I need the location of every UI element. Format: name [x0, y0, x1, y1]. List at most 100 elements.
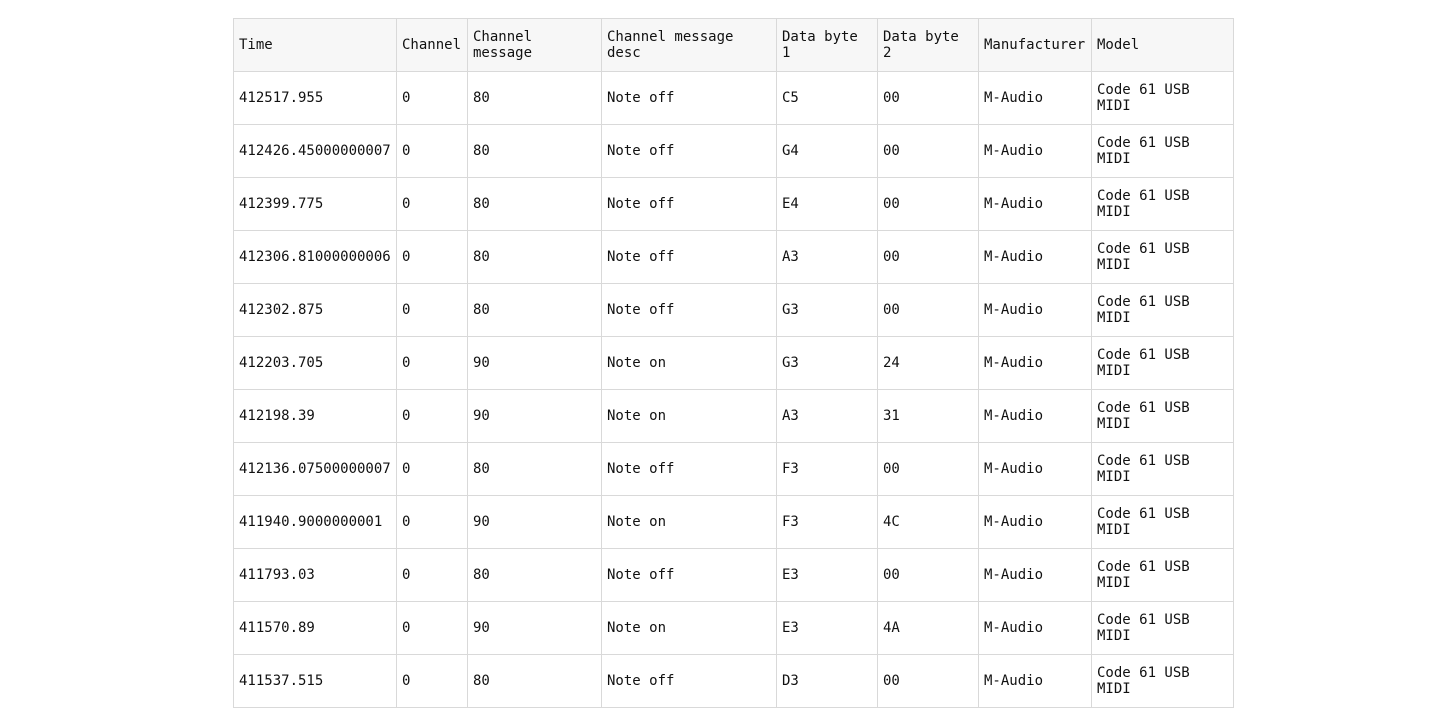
cell-data-byte-1: D3: [776, 654, 878, 708]
cell-data-byte-1: E3: [776, 601, 878, 655]
table-row: 412306.81000000006 0 80 Note off A3 00 M…: [233, 230, 1234, 284]
cell-channel-message-desc: Note off: [601, 177, 777, 231]
table-row: 411940.9000000001 0 90 Note on F3 4C M-A…: [233, 495, 1234, 549]
cell-data-byte-1: E4: [776, 177, 878, 231]
table-body: 412517.955 0 80 Note off C5 00 M-Audio C…: [233, 71, 1234, 708]
cell-model: Code 61 USB MIDI: [1091, 601, 1234, 655]
cell-model: Code 61 USB MIDI: [1091, 177, 1234, 231]
cell-model: Code 61 USB MIDI: [1091, 389, 1234, 443]
cell-data-byte-1: C5: [776, 71, 878, 125]
cell-data-byte-2: 00: [877, 71, 979, 125]
cell-channel: 0: [396, 601, 468, 655]
cell-channel: 0: [396, 548, 468, 602]
cell-data-byte-2: 00: [877, 548, 979, 602]
cell-data-byte-1: G3: [776, 283, 878, 337]
header-manufacturer: Manufacturer: [978, 18, 1092, 72]
cell-manufacturer: M-Audio: [978, 336, 1092, 390]
cell-channel: 0: [396, 495, 468, 549]
cell-data-byte-1: F3: [776, 442, 878, 496]
header-data-byte-2: Data byte 2: [877, 18, 979, 72]
cell-time: 411537.515: [233, 654, 397, 708]
cell-data-byte-1: G3: [776, 336, 878, 390]
cell-channel-message: 80: [467, 177, 602, 231]
cell-channel: 0: [396, 442, 468, 496]
cell-manufacturer: M-Audio: [978, 442, 1092, 496]
cell-data-byte-2: 31: [877, 389, 979, 443]
cell-manufacturer: M-Audio: [978, 389, 1092, 443]
table-row: 411537.515 0 80 Note off D3 00 M-Audio C…: [233, 654, 1234, 708]
cell-channel-message: 80: [467, 654, 602, 708]
cell-channel: 0: [396, 654, 468, 708]
cell-channel-message-desc: Note on: [601, 495, 777, 549]
cell-time: 412302.875: [233, 283, 397, 337]
cell-manufacturer: M-Audio: [978, 283, 1092, 337]
cell-data-byte-2: 00: [877, 442, 979, 496]
cell-channel-message-desc: Note on: [601, 336, 777, 390]
cell-data-byte-1: E3: [776, 548, 878, 602]
table-row: 412399.775 0 80 Note off E4 00 M-Audio C…: [233, 177, 1234, 231]
cell-channel-message-desc: Note off: [601, 230, 777, 284]
cell-manufacturer: M-Audio: [978, 548, 1092, 602]
cell-time: 412136.07500000007: [233, 442, 397, 496]
cell-channel: 0: [396, 71, 468, 125]
table-row: 412302.875 0 80 Note off G3 00 M-Audio C…: [233, 283, 1234, 337]
header-channel-message: Channel message: [467, 18, 602, 72]
cell-model: Code 61 USB MIDI: [1091, 495, 1234, 549]
cell-channel-message-desc: Note on: [601, 601, 777, 655]
cell-model: Code 61 USB MIDI: [1091, 283, 1234, 337]
cell-data-byte-2: 24: [877, 336, 979, 390]
cell-channel-message: 90: [467, 495, 602, 549]
cell-channel-message-desc: Note off: [601, 442, 777, 496]
cell-channel-message-desc: Note on: [601, 389, 777, 443]
cell-data-byte-2: 00: [877, 177, 979, 231]
cell-data-byte-2: 4C: [877, 495, 979, 549]
cell-model: Code 61 USB MIDI: [1091, 654, 1234, 708]
cell-manufacturer: M-Audio: [978, 71, 1092, 125]
cell-data-byte-2: 00: [877, 283, 979, 337]
cell-time: 412306.81000000006: [233, 230, 397, 284]
table-header-row: Time Channel Channel message Channel mes…: [233, 18, 1234, 72]
cell-manufacturer: M-Audio: [978, 230, 1092, 284]
cell-time: 412198.39: [233, 389, 397, 443]
cell-model: Code 61 USB MIDI: [1091, 442, 1234, 496]
cell-data-byte-2: 00: [877, 230, 979, 284]
cell-data-byte-1: F3: [776, 495, 878, 549]
table-row: 412136.07500000007 0 80 Note off F3 00 M…: [233, 442, 1234, 496]
cell-time: 411940.9000000001: [233, 495, 397, 549]
cell-channel: 0: [396, 177, 468, 231]
header-channel: Channel: [396, 18, 468, 72]
table-row: 412203.705 0 90 Note on G3 24 M-Audio Co…: [233, 336, 1234, 390]
cell-channel-message-desc: Note off: [601, 71, 777, 125]
cell-time: 412399.775: [233, 177, 397, 231]
cell-manufacturer: M-Audio: [978, 177, 1092, 231]
cell-manufacturer: M-Audio: [978, 654, 1092, 708]
cell-channel: 0: [396, 389, 468, 443]
table-row: 411570.89 0 90 Note on E3 4A M-Audio Cod…: [233, 601, 1234, 655]
cell-channel-message: 80: [467, 548, 602, 602]
cell-channel-message-desc: Note off: [601, 548, 777, 602]
cell-data-byte-1: G4: [776, 124, 878, 178]
cell-channel-message: 80: [467, 71, 602, 125]
table-row: 411793.03 0 80 Note off E3 00 M-Audio Co…: [233, 548, 1234, 602]
cell-channel-message-desc: Note off: [601, 283, 777, 337]
cell-channel: 0: [396, 124, 468, 178]
table-row: 412198.39 0 90 Note on A3 31 M-Audio Cod…: [233, 389, 1234, 443]
cell-channel-message: 80: [467, 283, 602, 337]
cell-manufacturer: M-Audio: [978, 124, 1092, 178]
header-time: Time: [233, 18, 397, 72]
cell-channel-message: 90: [467, 336, 602, 390]
cell-time: 412426.45000000007: [233, 124, 397, 178]
cell-time: 411793.03: [233, 548, 397, 602]
cell-channel-message: 80: [467, 442, 602, 496]
cell-channel-message: 80: [467, 230, 602, 284]
cell-data-byte-2: 4A: [877, 601, 979, 655]
cell-model: Code 61 USB MIDI: [1091, 71, 1234, 125]
header-channel-message-desc: Channel message desc: [601, 18, 777, 72]
cell-channel-message: 80: [467, 124, 602, 178]
cell-channel: 0: [396, 336, 468, 390]
cell-time: 411570.89: [233, 601, 397, 655]
cell-time: 412517.955: [233, 71, 397, 125]
cell-channel: 0: [396, 283, 468, 337]
table-row: 412517.955 0 80 Note off C5 00 M-Audio C…: [233, 71, 1234, 125]
cell-data-byte-2: 00: [877, 654, 979, 708]
